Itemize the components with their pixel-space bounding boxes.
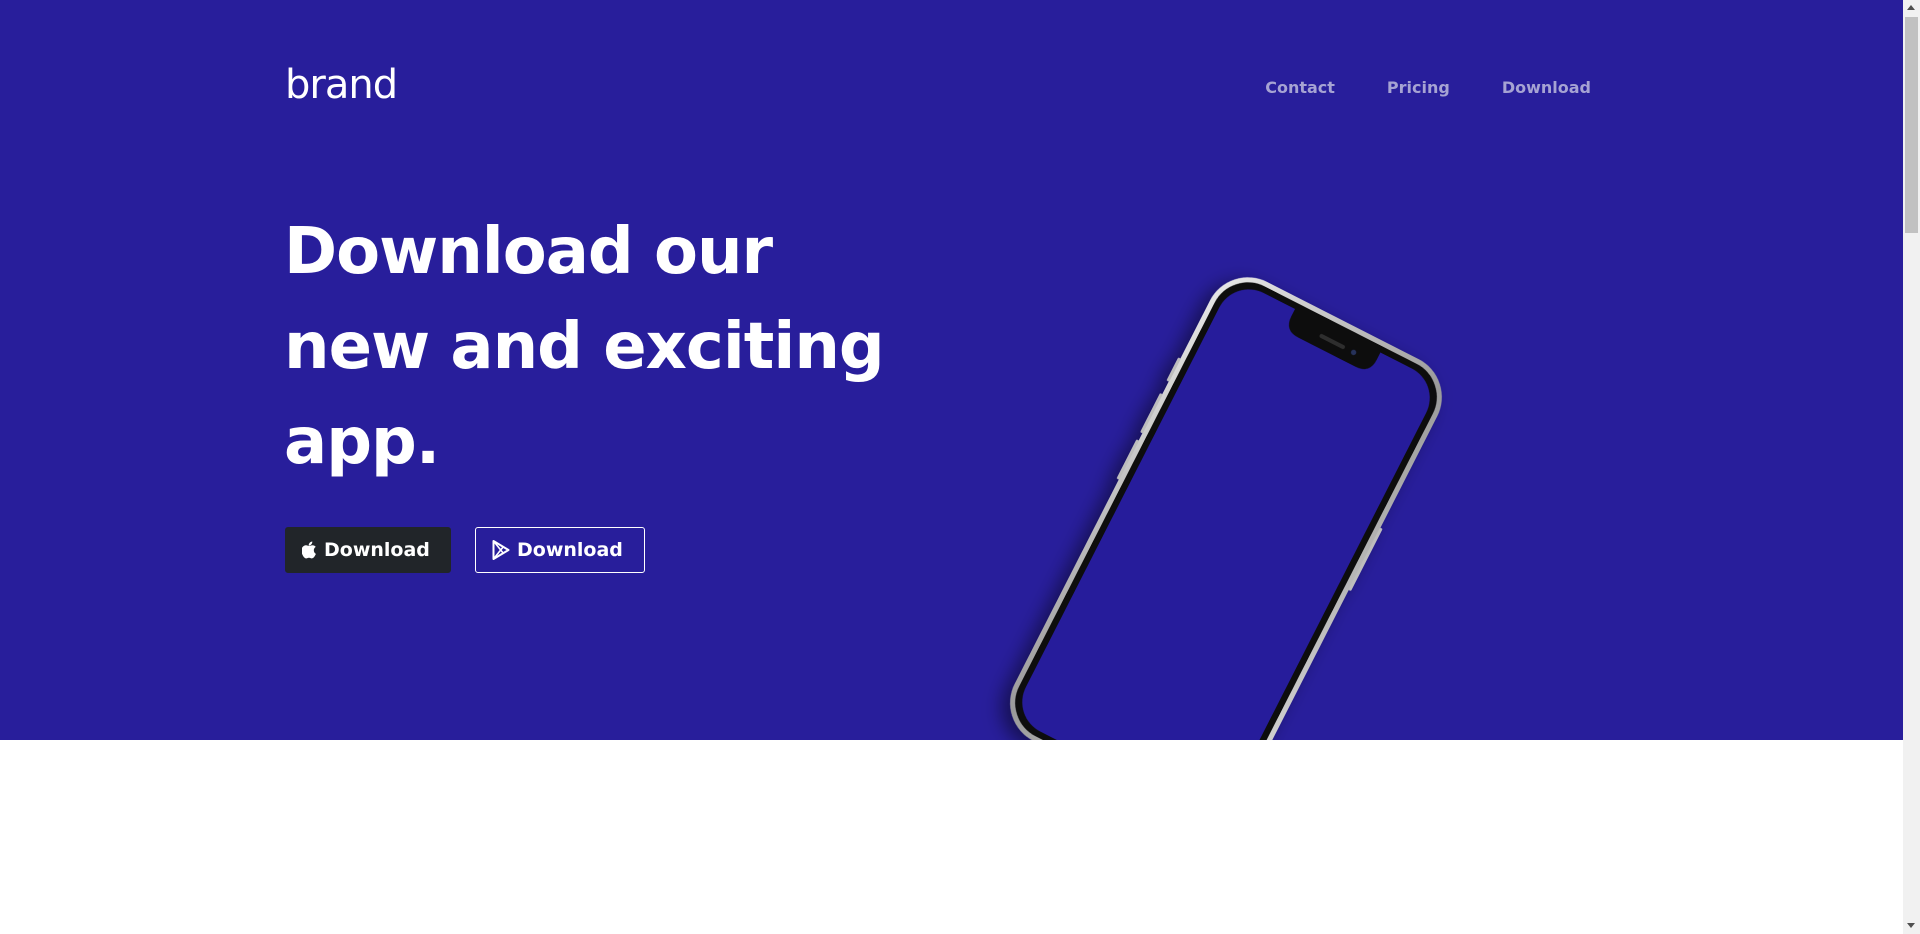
scroll-down-arrow-icon[interactable]	[1907, 923, 1915, 928]
apple-icon	[302, 541, 317, 559]
hero-section: brand Contact Pricing Download Download …	[0, 0, 1903, 740]
page: brand Contact Pricing Download Download …	[0, 0, 1920, 934]
android-download-label: Download	[517, 539, 623, 561]
content-section	[0, 740, 1903, 934]
nav-link-download[interactable]: Download	[1502, 78, 1591, 97]
nav-link-contact[interactable]: Contact	[1265, 78, 1335, 97]
nav-link-pricing[interactable]: Pricing	[1387, 78, 1450, 97]
ios-download-button[interactable]: Download	[285, 527, 451, 573]
scrollbar-thumb[interactable]	[1905, 17, 1918, 233]
main-nav: Contact Pricing Download	[1265, 78, 1591, 97]
smartphone-mockup	[980, 170, 1500, 740]
brand-logo[interactable]: brand	[285, 62, 398, 108]
hero-headline: Download our new and exciting app.	[284, 215, 885, 479]
ios-download-label: Download	[324, 539, 430, 561]
scroll-up-arrow-icon[interactable]	[1907, 5, 1915, 10]
android-download-button[interactable]: Download	[475, 527, 645, 573]
page-scrollbar[interactable]	[1903, 0, 1920, 934]
google-play-icon	[492, 540, 510, 560]
